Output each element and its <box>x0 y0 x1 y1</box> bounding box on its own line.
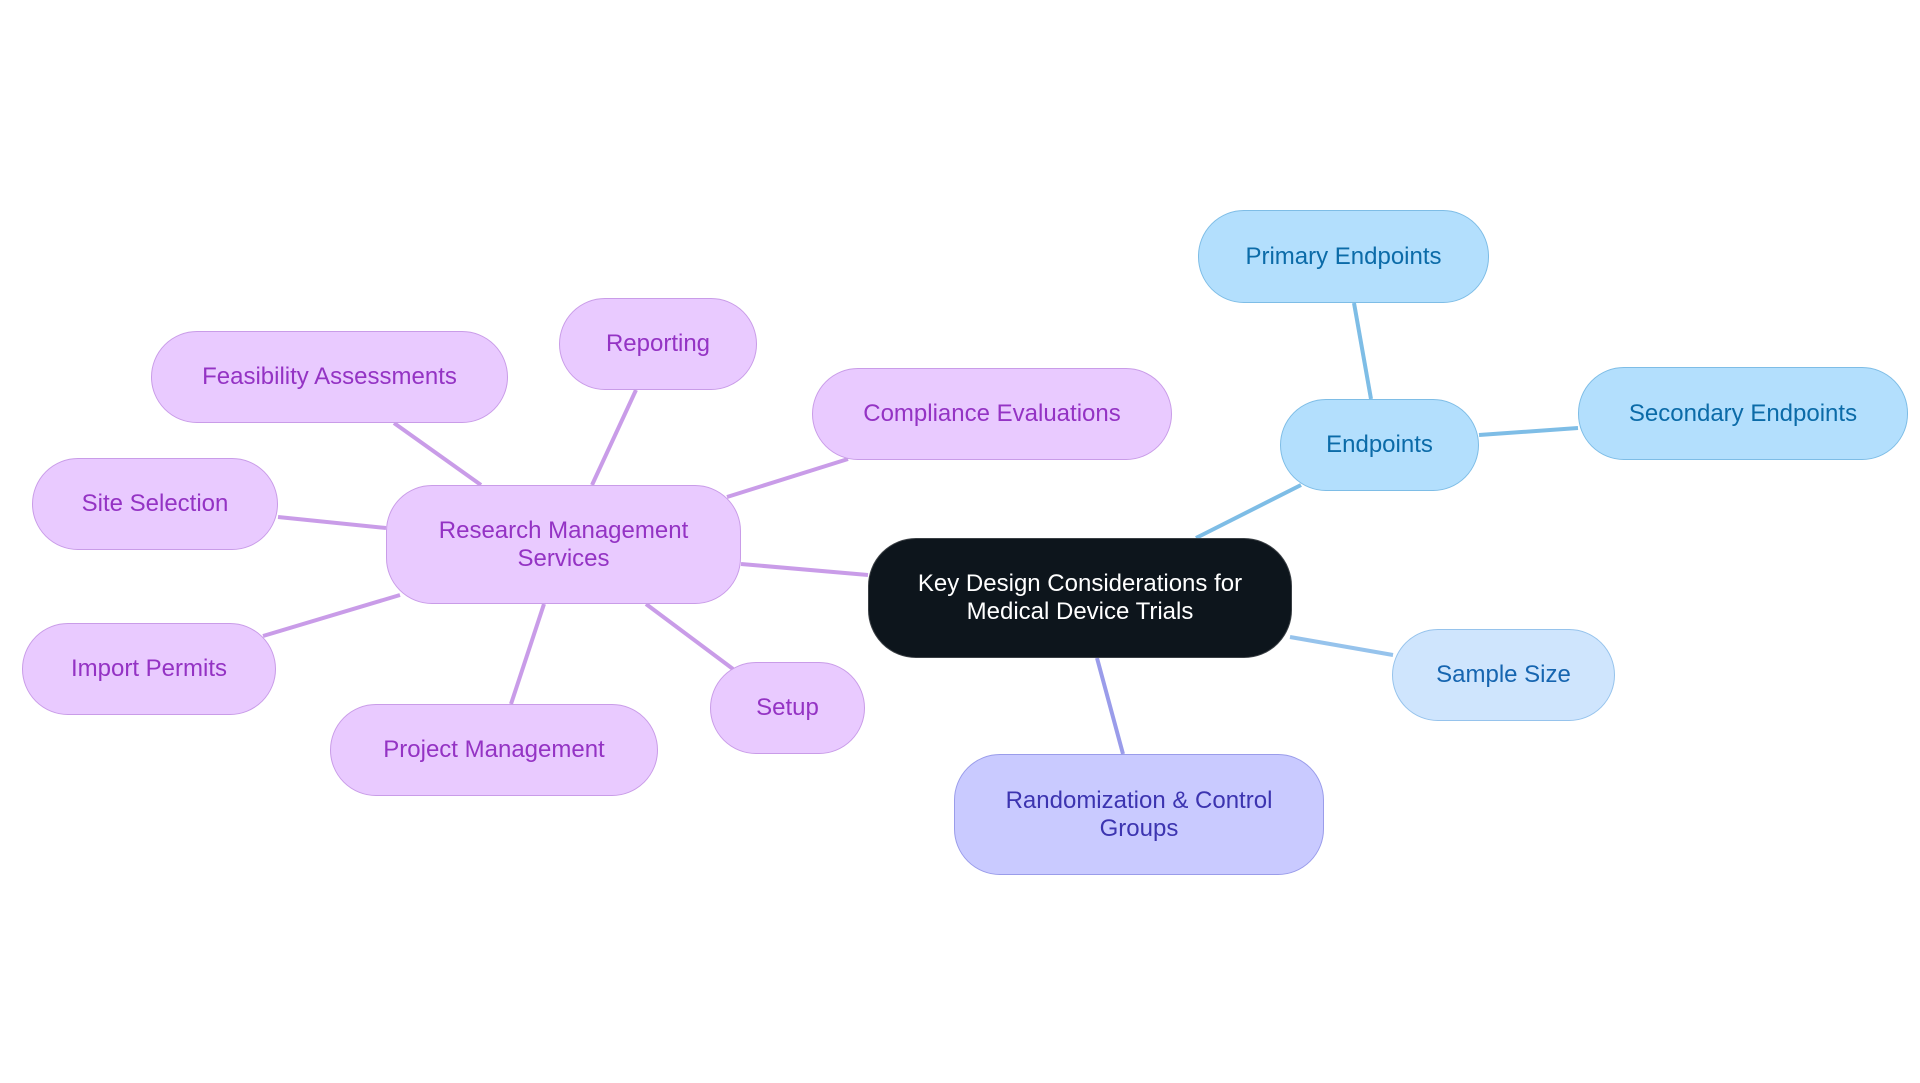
node-label: Setup <box>756 694 819 721</box>
node-primary-endpoints[interactable]: Primary Endpoints <box>1198 210 1489 303</box>
node-label-line-1: Research Management <box>438 516 689 544</box>
edge-root-sample <box>1289 635 1394 657</box>
node-label-line-2: Services <box>517 544 610 572</box>
edge-rms-import <box>262 593 401 638</box>
node-randomization-control-groups[interactable]: Randomization & Control Groups <box>954 754 1324 875</box>
node-secondary-endpoints[interactable]: Secondary Endpoints <box>1578 367 1908 460</box>
node-project-management[interactable]: Project Management <box>330 704 658 796</box>
edge-root-random <box>1095 657 1125 755</box>
root-node[interactable]: Key Design Considerations for Medical De… <box>868 538 1292 658</box>
node-sample-size[interactable]: Sample Size <box>1392 629 1615 721</box>
node-label: Endpoints <box>1326 431 1433 458</box>
node-label: Primary Endpoints <box>1245 242 1442 270</box>
node-label: Project Management <box>383 736 605 763</box>
edge-rms-compliance <box>726 457 849 499</box>
edge-rms-setup <box>644 602 735 671</box>
node-label-line-1: Randomization & Control <box>1005 786 1273 814</box>
edge-rms-site <box>277 515 387 530</box>
node-research-management-services[interactable]: Research Management Services <box>386 485 741 604</box>
edge-rms-reporting <box>590 389 638 486</box>
node-reporting[interactable]: Reporting <box>559 298 757 390</box>
node-label: Compliance Evaluations <box>863 400 1121 427</box>
node-label-line-2: Groups <box>1099 814 1179 842</box>
edge-root-rms <box>740 562 869 577</box>
node-label: Reporting <box>605 330 711 357</box>
node-endpoints[interactable]: Endpoints <box>1280 399 1479 491</box>
node-label: Import Permits <box>70 655 228 682</box>
edge-endpoints-secondary <box>1478 426 1579 437</box>
edge-endpoints-primary <box>1352 302 1373 400</box>
node-label: Site Selection <box>81 490 229 517</box>
node-import-permits[interactable]: Import Permits <box>22 623 276 715</box>
node-label: Feasibility Assessments <box>202 363 457 390</box>
edge-root-endpoints <box>1195 483 1302 540</box>
node-site-selection[interactable]: Site Selection <box>32 458 278 550</box>
root-node-line-2: Medical Device Trials <box>966 598 1194 625</box>
root-node-line-1: Key Design Considerations for <box>917 570 1243 597</box>
edge-rms-feasibility <box>392 421 483 487</box>
node-label: Secondary Endpoints <box>1628 399 1858 427</box>
edge-rms-project <box>509 603 546 705</box>
node-compliance-evaluations[interactable]: Compliance Evaluations <box>812 368 1172 460</box>
node-feasibility-assessments[interactable]: Feasibility Assessments <box>151 331 508 423</box>
node-label: Sample Size <box>1436 661 1571 688</box>
node-setup[interactable]: Setup <box>710 662 865 754</box>
